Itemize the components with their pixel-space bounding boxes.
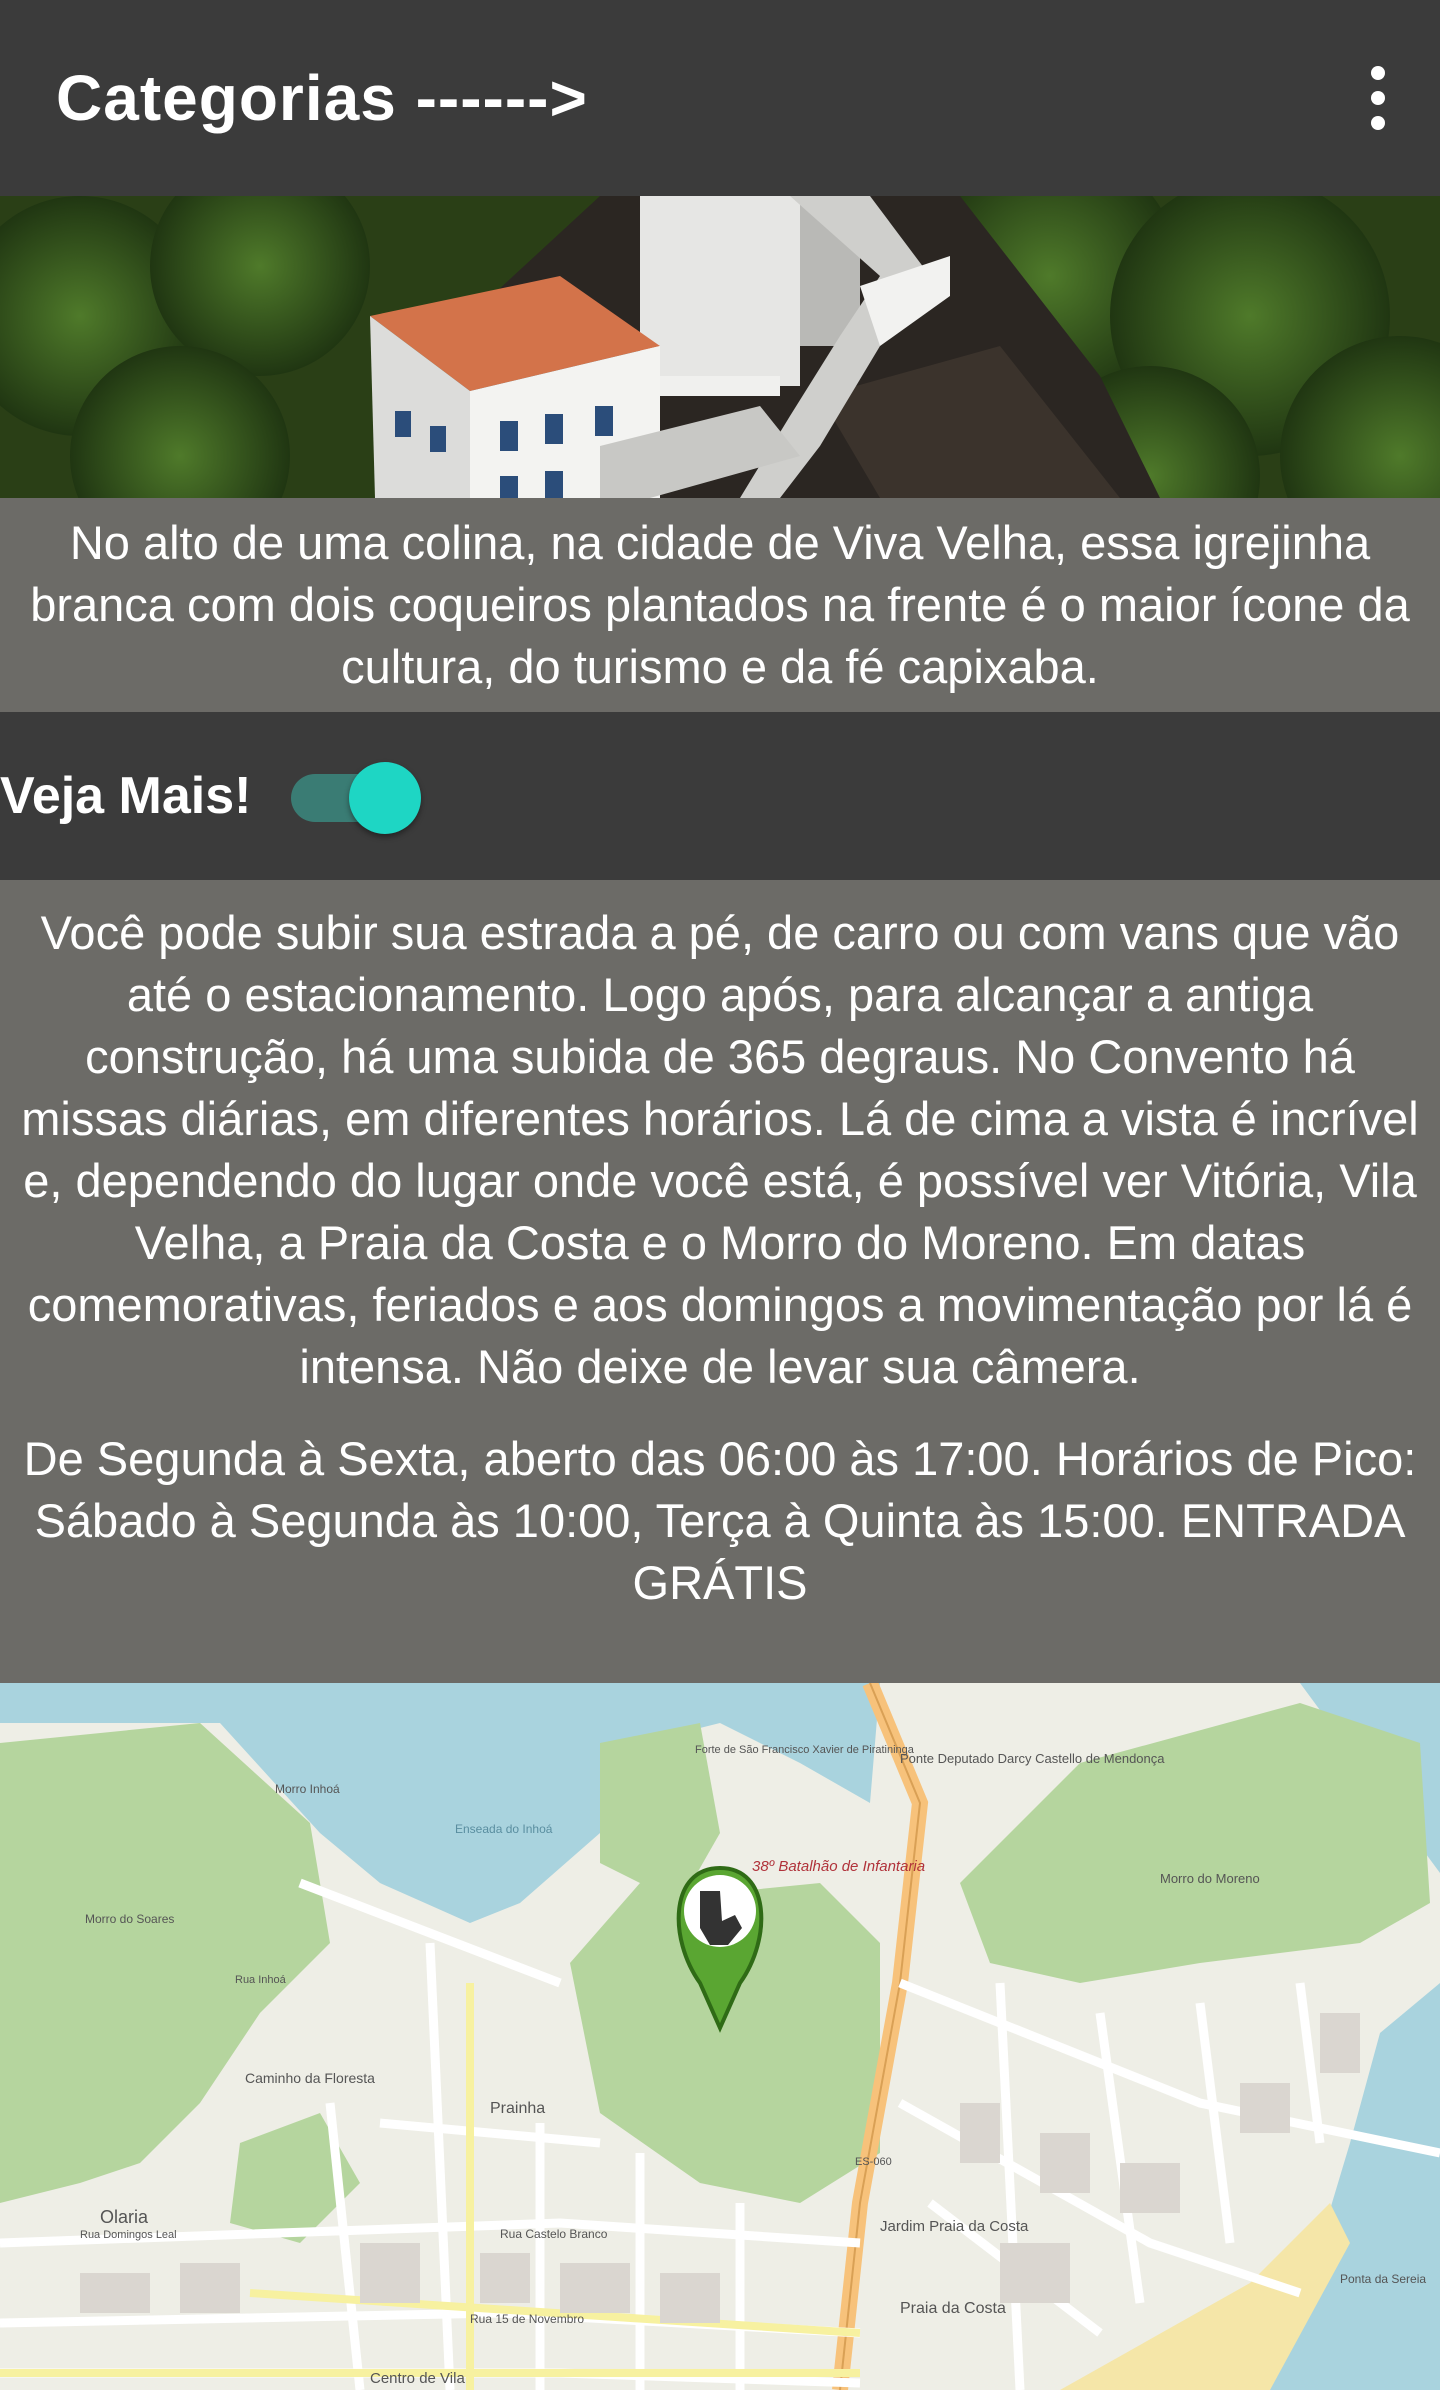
map-label-soares: Morro do Soares <box>85 1912 174 1926</box>
map-label-morro-moreno: Morro do Moreno <box>1160 1871 1260 1886</box>
map-label-rua-novembro: Rua 15 de Novembro <box>470 2312 584 2326</box>
map-label-es060: ES-060 <box>855 2156 892 2168</box>
map-label-olaria: Olaria <box>100 2207 149 2227</box>
map-label-ponte: Ponte Deputado Darcy Castello de Mendonç… <box>900 1751 1165 1766</box>
map-label-jardim: Jardim Praia da Costa <box>880 2218 1029 2235</box>
map-label-prainha: Prainha <box>490 2100 545 2117</box>
see-more-row: Veja Mais! <box>0 712 1440 880</box>
page-title: Categorias ------> <box>56 62 588 134</box>
map-label-ponta-sereia: Ponta da Sereia <box>1340 2272 1426 2286</box>
map-label-forte: Forte de São Francisco Xavier de Piratin… <box>695 1744 915 1756</box>
map-label-rua-castelo: Rua Castelo Branco <box>500 2227 608 2241</box>
toggle-thumb <box>349 762 422 834</box>
map-label-rua-domingos: Rua Domingos Leal <box>80 2229 177 2241</box>
app-bar: Categorias ------> <box>0 0 1440 196</box>
map-label-centro: Centro de Vila <box>370 2370 465 2387</box>
map-view[interactable]: Ponte Deputado Darcy Castello de Mendonç… <box>0 1683 1440 2390</box>
map-label-caminho: Caminho da Floresta <box>245 2070 375 2086</box>
see-more-toggle[interactable] <box>291 762 422 834</box>
opening-hours: De Segunda à Sexta, aberto das 06:00 às … <box>23 1432 1417 1609</box>
more-vert-icon[interactable] <box>1362 66 1394 130</box>
map-label-praia-costa: Praia da Costa <box>900 2300 1006 2317</box>
map-label-batalhao: 38º Batalhão de Infantaria <box>752 1858 925 1875</box>
details-panel: Você pode subir sua estrada a pé, de car… <box>0 880 1440 1683</box>
see-more-label: Veja Mais! <box>0 767 252 825</box>
place-description: No alto de uma colina, na cidade de Viva… <box>0 498 1440 712</box>
map-label-rua-inhoa: Rua Inhoá <box>235 1974 287 1986</box>
map-label-ilhota: Morro Inhoá <box>275 1782 340 1796</box>
details-body: Você pode subir sua estrada a pé, de car… <box>21 906 1419 1393</box>
map-label-enseada: Enseada do Inhoá <box>455 1822 553 1836</box>
hero-image <box>0 196 1440 498</box>
convent-photo <box>0 196 1440 498</box>
